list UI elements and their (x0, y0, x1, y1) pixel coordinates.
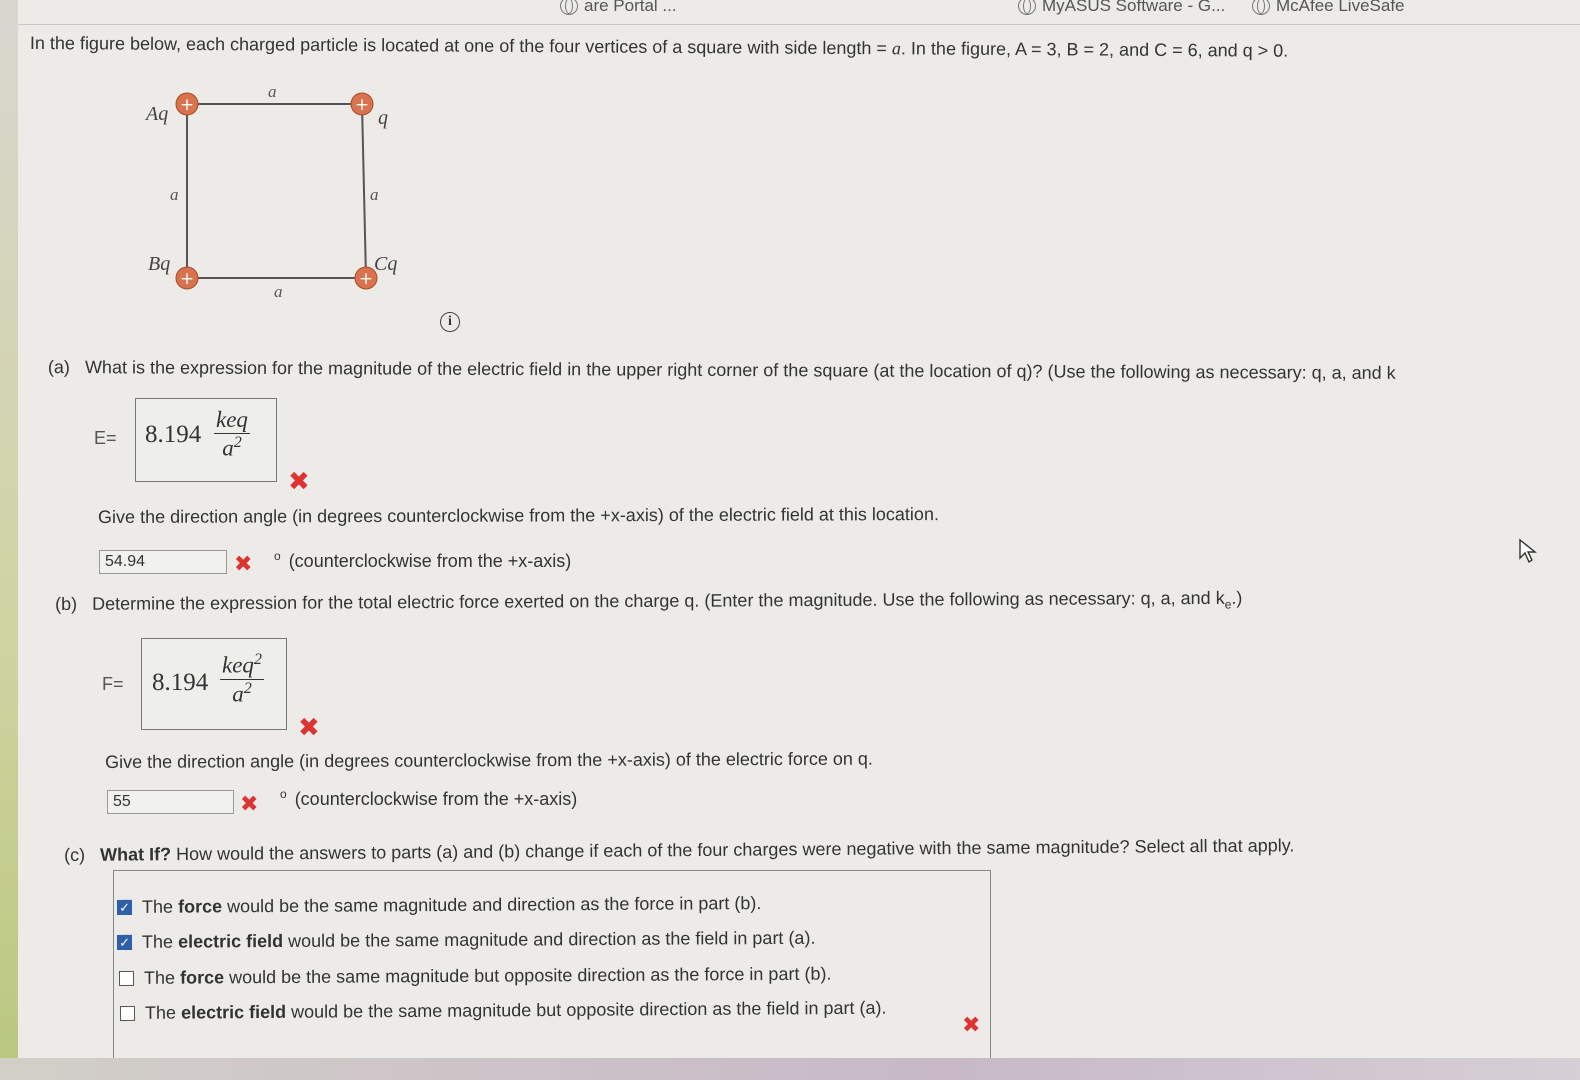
eq-sign: = (106, 428, 117, 448)
svg-text:+: + (355, 95, 369, 115)
direction-unit: o (counterclockwise from the +x-axis) (274, 549, 571, 572)
field-direction-input[interactable]: 54.94 (99, 550, 227, 574)
option-text: would be the same magnitude but opposite… (229, 963, 832, 988)
eq-sign: = (113, 674, 124, 694)
globe-icon (1252, 0, 1270, 15)
option-text: The (141, 931, 174, 952)
option-bold: electric field (180, 1001, 287, 1023)
option-text: The (144, 1002, 177, 1023)
fraction-numerator: keq2 (222, 651, 262, 678)
part-b-label: (b) (55, 593, 78, 614)
charge-label-cq: Cq (374, 253, 397, 275)
charge-label-q: q (378, 107, 388, 129)
side-label-top: a (268, 82, 277, 101)
incorrect-mark: ✖ (240, 791, 259, 816)
part-b-direction-question: Give the direction angle (in degrees cou… (105, 748, 873, 772)
svg-text:+: + (180, 95, 194, 115)
eq-variable: F (102, 674, 113, 694)
option-bold: force (179, 967, 225, 988)
option-force-same[interactable]: The force would be the same magnitude an… (116, 893, 762, 918)
part-b-eq-label: F= (102, 674, 124, 695)
option-text: would be the same magnitude and directio… (288, 927, 816, 951)
checkbox-unchecked[interactable] (118, 970, 135, 986)
side-label-left: a (170, 185, 179, 204)
checkbox-checked[interactable] (116, 934, 133, 950)
intro-text-end: . In the figure, A = 3, B = 2, and C = 6… (900, 38, 1289, 61)
fraction-numerator: keq (216, 407, 248, 432)
option-field-same[interactable]: The electric field would be the same mag… (116, 927, 816, 953)
globe-icon (1018, 0, 1036, 15)
checkbox-unchecked[interactable] (119, 1005, 136, 1021)
charge-label-aq: Aq (144, 103, 168, 125)
option-bold: electric field (177, 930, 284, 952)
incorrect-mark: ✖ (962, 1012, 981, 1037)
option-bold: force (177, 896, 223, 917)
what-if-label: What If? (100, 844, 172, 865)
svg-text:+: + (359, 269, 373, 289)
force-direction-input[interactable]: 55 (107, 790, 234, 814)
part-b-question: (b) Determine the expression for the tot… (55, 588, 1242, 618)
option-text: The (143, 967, 176, 988)
incorrect-mark: ✖ (234, 551, 253, 576)
bookmark-item[interactable]: MyASUS Software - G... (1018, 0, 1225, 16)
charge-cq: + (354, 266, 378, 290)
incorrect-mark: ✖ (288, 466, 310, 496)
globe-icon (560, 0, 578, 15)
charge-bq: + (175, 266, 199, 290)
part-a-label: (a) (47, 357, 70, 378)
incorrect-mark: ✖ (298, 712, 320, 742)
problem-statement: In the figure below, each charged partic… (30, 33, 1288, 62)
bookmark-item[interactable]: are Portal ... (560, 0, 677, 16)
option-force-opposite[interactable]: The force would be the same magnitude bu… (118, 963, 832, 989)
bottom-edge (0, 1058, 1580, 1080)
fraction-denominator: a2 (222, 434, 242, 461)
info-icon[interactable]: i (440, 312, 460, 332)
mouse-cursor-icon (1519, 538, 1537, 564)
answer-fraction: keq2 a2 (220, 651, 264, 707)
answer-coefficient: 8.194 (145, 421, 202, 448)
part-c-question-text: How would the answers to parts (a) and (… (176, 835, 1295, 865)
bookmark-label: are Portal ... (584, 0, 677, 15)
part-a-direction-question: Give the direction angle (in degrees cou… (98, 504, 939, 527)
part-b-question-text: Determine the expression for the total e… (92, 587, 1225, 614)
answer-fraction: keq a2 (214, 407, 250, 462)
side-label-right: a (370, 185, 379, 204)
answer-coefficient: 8.194 (152, 669, 209, 696)
force-magnitude-answer[interactable]: 8.194 keq2 a2 (141, 638, 287, 730)
part-c-question: (c) What If? How would the answers to pa… (64, 835, 1294, 866)
degree-symbol: o (280, 787, 287, 801)
part-a-eq-label: E= (94, 428, 117, 449)
eq-variable: E (94, 428, 107, 448)
option-text: would be the same magnitude but opposite… (291, 997, 887, 1022)
charge-aq: + (175, 92, 199, 116)
side-label-bottom: a (274, 282, 283, 301)
option-text: The (141, 896, 174, 917)
option-text: would be the same magnitude and directio… (227, 893, 762, 917)
charge-label-bq: Bq (148, 253, 170, 275)
divider (18, 24, 1580, 25)
fraction-denominator: a2 (232, 679, 252, 707)
part-c-label: (c) (64, 844, 86, 865)
bookmark-item[interactable]: McAfee LiveSafe (1252, 0, 1405, 16)
intro-variable: a (891, 38, 902, 59)
degree-symbol: o (274, 549, 281, 563)
field-magnitude-answer[interactable]: 8.194 keq a2 (135, 398, 277, 482)
unit-text: (counterclockwise from the +x-axis) (294, 789, 578, 809)
intro-text: In the figure below, each charged partic… (29, 33, 893, 59)
bookmark-label: McAfee LiveSafe (1276, 0, 1405, 15)
unit-text: (counterclockwise from the +x-axis) (288, 551, 572, 571)
svg-text:+: + (180, 269, 194, 289)
checkbox-checked[interactable] (116, 899, 133, 915)
question-end: .) (1231, 587, 1243, 608)
window-edge (0, 0, 18, 1080)
charge-square-figure: a a a a Aq q Bq Cq + + + + (144, 82, 397, 301)
part-a-question-text: What is the expression for the magnitude… (84, 357, 1396, 383)
charge-q: + (350, 92, 374, 116)
bookmarks-bar: are Portal ... MyASUS Software - G... Mc… (560, 0, 1580, 18)
bookmark-label: MyASUS Software - G... (1042, 0, 1226, 15)
part-a-question: (a) What is the expression for the magni… (48, 357, 1396, 384)
direction-unit: o (counterclockwise from the +x-axis) (280, 787, 577, 810)
